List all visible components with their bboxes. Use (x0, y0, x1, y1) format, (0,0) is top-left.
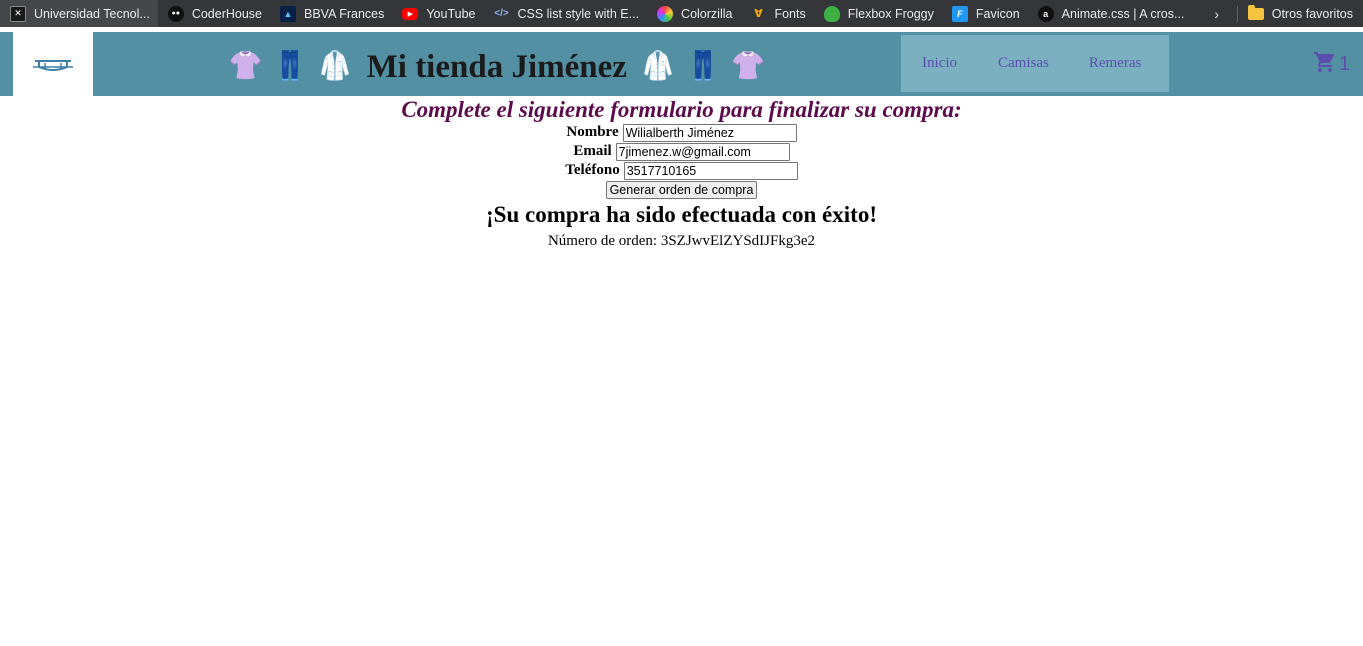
form-row-email: Email (0, 142, 1363, 161)
bookmark-label: Fonts (774, 6, 806, 21)
amazon-icon: a (1037, 5, 1054, 22)
checkout-form: Nombre Email Teléfono Generar orden de c… (0, 123, 1363, 199)
jeans-icon: 👖 (272, 51, 308, 82)
bookmark-colorzilla[interactable]: Colorzilla (647, 0, 740, 27)
bookmark-other-favorites[interactable]: Otros favoritos (1244, 0, 1363, 27)
email-label: Email (573, 143, 612, 159)
nombre-input[interactable] (622, 123, 797, 142)
divider (1236, 5, 1238, 22)
bookmark-favicon[interactable]: F Favicon (942, 0, 1028, 27)
logo[interactable] (13, 32, 93, 96)
coderhouse-icon: ●● (167, 5, 184, 22)
bookmark-utn[interactable]: ✕ Universidad Tecnol... (0, 0, 158, 27)
email-input[interactable] (615, 142, 790, 161)
bookmark-label: Otros favoritos (1271, 6, 1353, 21)
bookmarks-overflow: › Otros favoritos (1204, 0, 1363, 27)
bookmark-label: BBVA Frances (304, 6, 385, 21)
order-number-label: Número de orden: (547, 233, 658, 249)
bookmark-label: CSS list style with E... (517, 6, 640, 21)
jeans-icon: 👖 (685, 51, 721, 82)
utn-icon: ✕ (10, 5, 26, 22)
brand: 👚 👖 🥼 Mi tienda Jiménez 🥼 👖 👚 (228, 32, 776, 102)
cart-widget[interactable]: 1 (1313, 50, 1350, 74)
bbva-icon: ▲ (280, 5, 296, 22)
bookmark-coderhouse[interactable]: ●● CoderHouse (158, 0, 270, 27)
site-header: 👚 👖 🥼 Mi tienda Jiménez 🥼 👖 👚 Inicio Cam… (0, 32, 1363, 96)
bookmark-label: Colorzilla (681, 6, 733, 21)
frog-icon (823, 5, 840, 22)
form-title: Complete el siguiente formulario para fi… (401, 97, 962, 122)
shopping-cart-icon (1314, 52, 1335, 72)
blouse-icon: 👚 (228, 51, 263, 82)
favicon-icon: F (951, 5, 968, 22)
bookmark-label: Animate.css | A cros... (1061, 6, 1185, 21)
bookmark-css-list-style[interactable]: </> CSS list style with E... (483, 0, 647, 27)
coat-icon: 🥼 (317, 51, 353, 82)
chevron-right-icon[interactable]: › (1205, 6, 1229, 22)
nav-link-camisas[interactable]: Camisas (998, 55, 1049, 72)
bookmark-animate-css[interactable]: a Animate.css | A cros... (1028, 0, 1193, 27)
telefono-input[interactable] (623, 161, 798, 180)
order-number-value: 3SZJwvElZYSdIJFkg3e2 (660, 233, 816, 249)
nav-link-remeras[interactable]: Remeras (1089, 55, 1141, 72)
colorzilla-icon (657, 5, 674, 22)
site-title: Mi tienda Jiménez (366, 48, 627, 85)
form-row-nombre: Nombre (0, 123, 1363, 142)
folder-icon (1247, 4, 1264, 20)
bookmark-label: Flexbox Froggy (847, 6, 934, 21)
bookmark-label: Favicon (975, 6, 1020, 21)
logo-icon (33, 60, 73, 71)
youtube-icon: ▶ (402, 7, 419, 20)
blouse-icon: 👚 (730, 51, 766, 82)
main-nav: Inicio Camisas Remeras (901, 35, 1169, 92)
bookmark-label: YouTube (426, 6, 476, 21)
nombre-label: Nombre (566, 124, 619, 140)
bookmark-label: CoderHouse (191, 6, 262, 21)
form-row-telefono: Teléfono (0, 161, 1363, 180)
order-number: Número de orden: 3SZJwvElZYSdIJFkg3e2 (0, 233, 1363, 250)
telefono-label: Teléfono (565, 162, 620, 178)
bookmark-flexbox-froggy[interactable]: Flexbox Froggy (814, 0, 942, 27)
bookmark-label: Universidad Tecnol... (34, 6, 150, 21)
code-icon: </> (494, 8, 509, 19)
checkout-section: Complete el siguiente formulario para fi… (0, 96, 1363, 250)
fonts-icon: Ɐ (754, 8, 763, 20)
bookmarks-bar: ✕ Universidad Tecnol... ●● CoderHouse ▲ … (0, 0, 1363, 27)
cart-count: 1 (1339, 53, 1351, 75)
bookmark-youtube[interactable]: ▶ YouTube (392, 0, 483, 27)
coat-icon: 🥼 (640, 51, 676, 82)
nav-link-inicio[interactable]: Inicio (922, 55, 957, 72)
form-actions: Generar orden de compra (0, 180, 1363, 199)
generate-order-button[interactable]: Generar orden de compra (605, 180, 758, 199)
bookmark-bbva[interactable]: ▲ BBVA Frances (270, 0, 392, 27)
bookmark-fonts[interactable]: Ɐ Fonts (740, 0, 813, 27)
success-message: ¡Su compra ha sido efectuada con éxito! (486, 202, 877, 227)
